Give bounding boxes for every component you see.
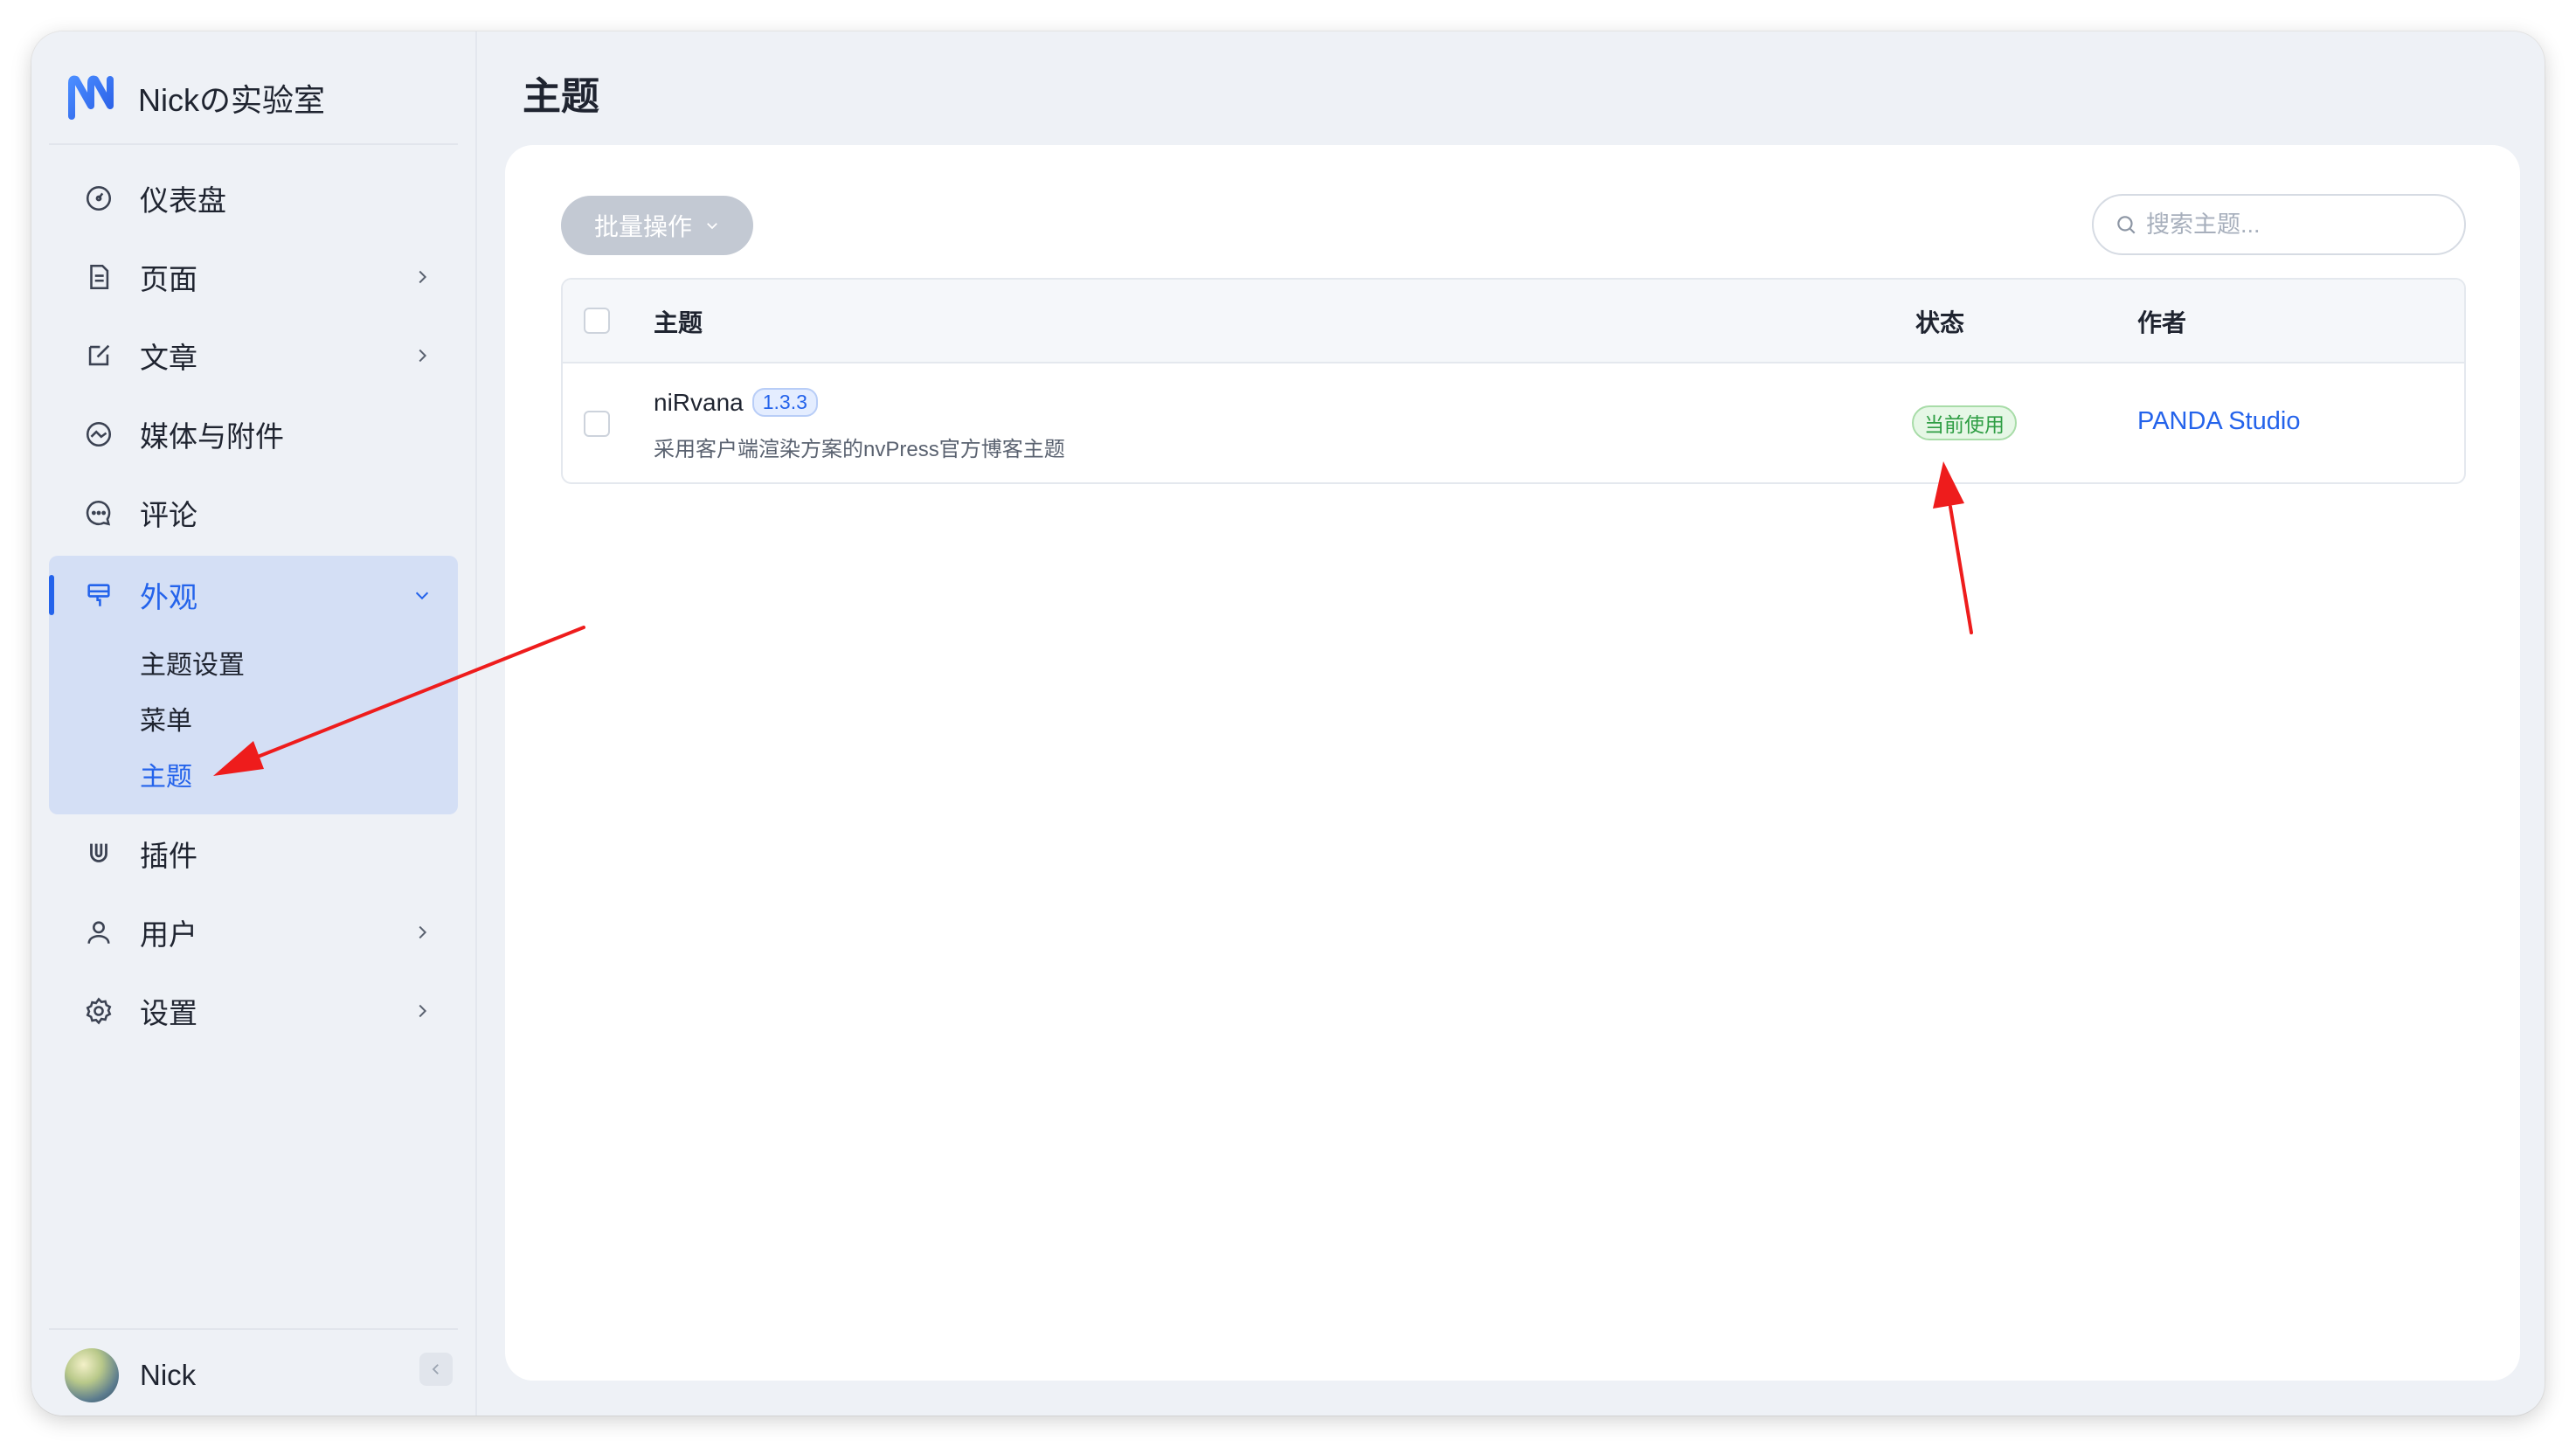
search-icon bbox=[2117, 216, 2136, 234]
submenu-item-theme-settings[interactable]: 主题设置 bbox=[49, 634, 458, 690]
table-header: 主题 状态 作者 bbox=[563, 280, 2464, 363]
divider bbox=[49, 1328, 458, 1330]
sidebar-item-label: 媒体与附件 bbox=[140, 420, 284, 453]
row-checkbox[interactable] bbox=[584, 411, 610, 437]
sidebar-item-label: 外观 bbox=[140, 581, 197, 613]
theme-name: niRvana bbox=[654, 388, 744, 416]
sidebar-item-plugins[interactable]: 插件 bbox=[49, 814, 458, 893]
version-badge: 1.3.3 bbox=[751, 388, 818, 417]
table-row[interactable]: niRvana 1.3.3 采用客户端渲染方案的nvPress官方博客主题 当前… bbox=[563, 363, 2464, 482]
dashboard-icon bbox=[84, 183, 114, 213]
submenu-item-themes[interactable]: 主题 bbox=[49, 746, 458, 802]
collapse-sidebar-button[interactable] bbox=[419, 1353, 453, 1386]
appearance-icon bbox=[84, 580, 114, 610]
app-window: Nickの实验室 仪表盘 页面 文章 媒体与附件 评论 外观 主题设置 菜单 主… bbox=[31, 31, 2545, 1416]
divider bbox=[49, 143, 458, 145]
sidebar-item-label: 页面 bbox=[140, 263, 197, 295]
user-name: Nick bbox=[140, 1359, 197, 1391]
sidebar-item-label: 用户 bbox=[140, 918, 197, 951]
theme-title: niRvana 1.3.3 bbox=[654, 388, 818, 417]
media-icon bbox=[84, 419, 114, 449]
user-icon bbox=[84, 917, 114, 947]
sidebar-item-label: 仪表盘 bbox=[140, 184, 226, 217]
page-title: 主题 bbox=[523, 75, 599, 118]
sidebar-item-label: 文章 bbox=[140, 342, 197, 374]
edit-icon bbox=[84, 341, 114, 370]
bulk-actions-button[interactable]: 批量操作 bbox=[561, 196, 753, 255]
theme-description: 采用客户端渲染方案的nvPress官方博客主题 bbox=[654, 438, 1065, 461]
page-icon bbox=[84, 262, 114, 292]
chevron-right-icon bbox=[419, 270, 427, 284]
sidebar-item-users[interactable]: 用户 bbox=[49, 893, 458, 972]
column-header-theme: 主题 bbox=[654, 309, 703, 336]
sidebar-item-label: 插件 bbox=[140, 840, 197, 872]
chevron-right-icon bbox=[419, 1004, 427, 1018]
column-header-status: 状态 bbox=[1915, 309, 1965, 336]
sidebar: Nickの实验室 仪表盘 页面 文章 媒体与附件 评论 外观 主题设置 菜单 主… bbox=[31, 31, 477, 1416]
chevron-left-icon bbox=[432, 1364, 439, 1374]
sidebar-item-appearance[interactable]: 外观 bbox=[49, 556, 458, 634]
content-panel: 批量操作 主题 状态 作者 niRvana 1.3.3 采用客户端渲染方案的nv… bbox=[505, 145, 2520, 1381]
chevron-right-icon bbox=[419, 925, 427, 939]
chevron-right-icon bbox=[419, 349, 427, 363]
search-box[interactable] bbox=[2092, 194, 2466, 255]
chevron-down-icon bbox=[707, 223, 717, 230]
author-link[interactable]: PANDA Studio bbox=[2137, 407, 2300, 436]
search-input[interactable] bbox=[2146, 211, 2443, 239]
sidebar-item-posts[interactable]: 文章 bbox=[49, 316, 458, 395]
status-badge: 当前使用 bbox=[1912, 405, 2017, 440]
sidebar-item-settings[interactable]: 设置 bbox=[49, 972, 458, 1050]
brand[interactable]: Nickの实验室 bbox=[65, 66, 325, 129]
sidebar-group-appearance: 外观 主题设置 菜单 主题 bbox=[49, 556, 458, 814]
sidebar-item-comments[interactable]: 评论 bbox=[49, 474, 458, 552]
sidebar-item-pages[interactable]: 页面 bbox=[49, 238, 458, 316]
chevron-down-icon bbox=[415, 592, 429, 600]
avatar bbox=[65, 1348, 119, 1402]
sidebar-item-label: 评论 bbox=[140, 499, 197, 531]
bulk-actions-label: 批量操作 bbox=[593, 213, 692, 240]
user-profile[interactable]: Nick bbox=[65, 1347, 196, 1404]
sidebar-item-media[interactable]: 媒体与附件 bbox=[49, 395, 458, 474]
brand-logo-icon bbox=[68, 75, 114, 120]
select-all-checkbox[interactable] bbox=[584, 308, 610, 334]
sidebar-item-dashboard[interactable]: 仪表盘 bbox=[49, 159, 458, 238]
column-header-author: 作者 bbox=[2137, 309, 2187, 336]
sidebar-menu: 仪表盘 页面 文章 媒体与附件 评论 外观 主题设置 菜单 主题 插件 用户 设… bbox=[49, 159, 458, 1050]
themes-table: 主题 状态 作者 niRvana 1.3.3 采用客户端渲染方案的nvPress… bbox=[561, 278, 2466, 484]
settings-icon bbox=[84, 996, 114, 1026]
submenu-item-menus[interactable]: 菜单 bbox=[49, 690, 458, 746]
sidebar-item-label: 设置 bbox=[140, 997, 197, 1029]
comment-icon bbox=[84, 498, 114, 528]
brand-name: Nickの实验室 bbox=[138, 82, 325, 118]
plugin-icon bbox=[84, 839, 114, 869]
